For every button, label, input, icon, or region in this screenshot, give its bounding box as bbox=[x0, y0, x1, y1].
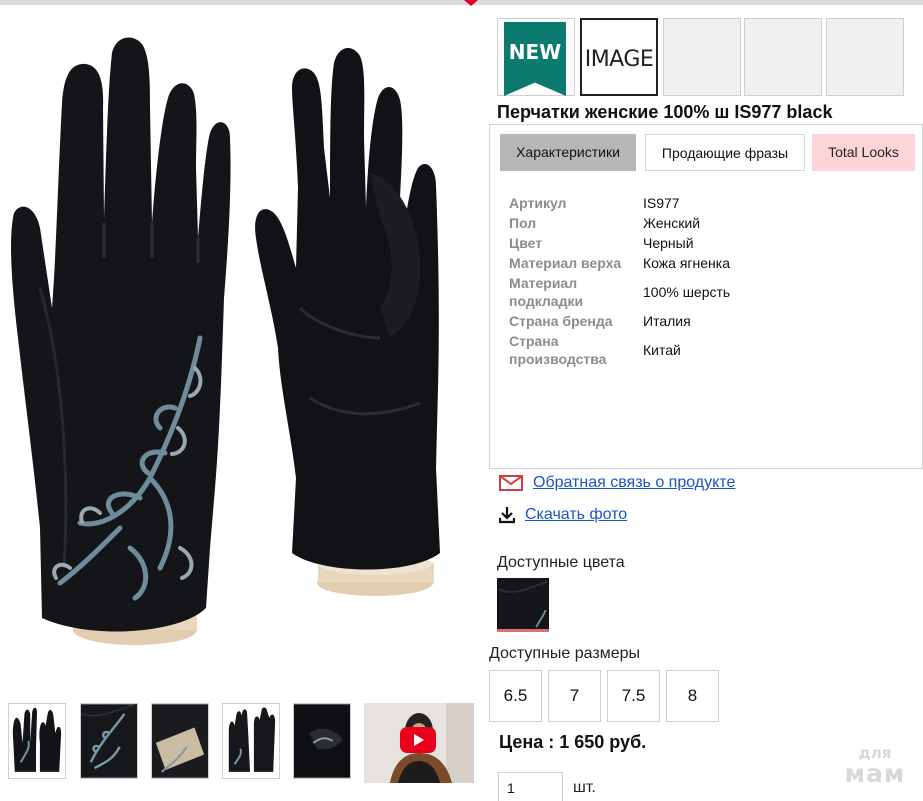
spec-value: Кожа ягненка bbox=[643, 255, 730, 271]
size-option[interactable]: 6.5 bbox=[489, 670, 542, 722]
tab-characteristics[interactable]: Характеристики bbox=[500, 134, 636, 171]
spec-row: Пол Женский bbox=[509, 213, 909, 233]
new-badge: NEW bbox=[497, 18, 575, 96]
spec-row: Материал верха Кожа ягненка bbox=[509, 253, 909, 273]
spec-key: Пол bbox=[509, 215, 537, 231]
glove-pair-thumbnail-image bbox=[228, 707, 276, 772]
tab-selling-phrases[interactable]: Продающие фразы bbox=[645, 134, 805, 171]
spec-key: Цвет bbox=[509, 235, 543, 251]
product-info-panel: Характеристики Продающие фразы Total Loo… bbox=[489, 124, 923, 469]
available-colors-label: Доступные цвета bbox=[497, 554, 625, 571]
download-icon bbox=[499, 507, 515, 524]
spec-value: Женский bbox=[643, 215, 701, 231]
spec-key: Материал подкладки bbox=[509, 275, 584, 309]
quantity-unit-label: шт. bbox=[573, 779, 596, 796]
spec-value: Китай bbox=[643, 342, 681, 358]
spec-key: Страна бренда bbox=[509, 313, 613, 329]
black-glove-swatch-image bbox=[498, 578, 548, 629]
red-arrow-marker bbox=[464, 0, 478, 6]
top-bar bbox=[0, 0, 923, 5]
thumbnail-3[interactable] bbox=[151, 703, 209, 779]
spec-key: Страна производства bbox=[509, 333, 607, 367]
glove-closeup-thumbnail-image bbox=[81, 704, 137, 778]
watermark-logo: для мам bbox=[835, 746, 915, 788]
thumbnail-1[interactable] bbox=[8, 703, 66, 779]
glove-worn-thumbnail-image bbox=[294, 704, 350, 778]
glove-thumbnail-image bbox=[12, 707, 62, 772]
spec-row: Страна производства Китай bbox=[509, 331, 909, 369]
play-icon[interactable] bbox=[400, 727, 436, 753]
spec-key: Артикул bbox=[509, 195, 567, 211]
price-label: Цена : 1 650 руб. bbox=[499, 732, 647, 752]
watermark-line-2: мам bbox=[844, 759, 906, 788]
spec-value: IS977 bbox=[643, 195, 680, 211]
spec-row: Материал подкладки 100% шерсть bbox=[509, 273, 909, 311]
quantity-input[interactable] bbox=[498, 772, 563, 801]
product-title: Перчатки женские 100% ш IS977 black bbox=[497, 102, 833, 122]
available-sizes-label: Доступные размеры bbox=[489, 645, 641, 662]
size-option[interactable]: 7 bbox=[548, 670, 601, 722]
thumbnail-5[interactable] bbox=[293, 703, 351, 779]
new-ribbon-icon: NEW bbox=[504, 22, 566, 96]
empty-badge-slot bbox=[663, 18, 741, 96]
thumbnail-4[interactable] bbox=[222, 703, 280, 779]
new-badge-label: NEW bbox=[508, 40, 562, 64]
download-link-row: Скачать фото bbox=[499, 503, 627, 527]
size-option[interactable]: 8 bbox=[666, 670, 719, 722]
tab-total-looks[interactable]: Total Looks bbox=[812, 134, 915, 171]
spec-key: Материал верха bbox=[509, 255, 622, 271]
empty-badge-slot bbox=[744, 18, 822, 96]
download-photo-link[interactable]: Скачать фото bbox=[525, 506, 627, 524]
size-option[interactable]: 7.5 bbox=[607, 670, 660, 722]
glove-lining-thumbnail-image bbox=[152, 704, 208, 778]
color-swatch-black[interactable] bbox=[497, 578, 549, 632]
envelope-icon bbox=[499, 475, 523, 491]
specs-table: Артикул IS977 Пол Женский Цвет Черный Ма… bbox=[509, 193, 909, 369]
spec-row: Артикул IS977 bbox=[509, 193, 909, 213]
product-main-image[interactable] bbox=[0, 8, 485, 673]
glove-photo bbox=[11, 37, 440, 645]
video-thumbnail[interactable] bbox=[364, 703, 474, 783]
spec-row: Страна бренда Италия bbox=[509, 311, 909, 331]
image-badge-label: IMAGE bbox=[584, 47, 654, 72]
spec-value: 100% шерсть bbox=[643, 284, 731, 300]
empty-badge-slot bbox=[826, 18, 904, 96]
thumbnail-2[interactable] bbox=[80, 703, 138, 779]
image-badge: IMAGE bbox=[580, 18, 658, 96]
spec-value: Италия bbox=[643, 313, 691, 329]
feedback-link-row: Обратная связь о продукте bbox=[499, 471, 735, 495]
spec-value: Черный bbox=[643, 235, 694, 251]
feedback-link[interactable]: Обратная связь о продукте bbox=[533, 474, 735, 492]
spec-row: Цвет Черный bbox=[509, 233, 909, 253]
